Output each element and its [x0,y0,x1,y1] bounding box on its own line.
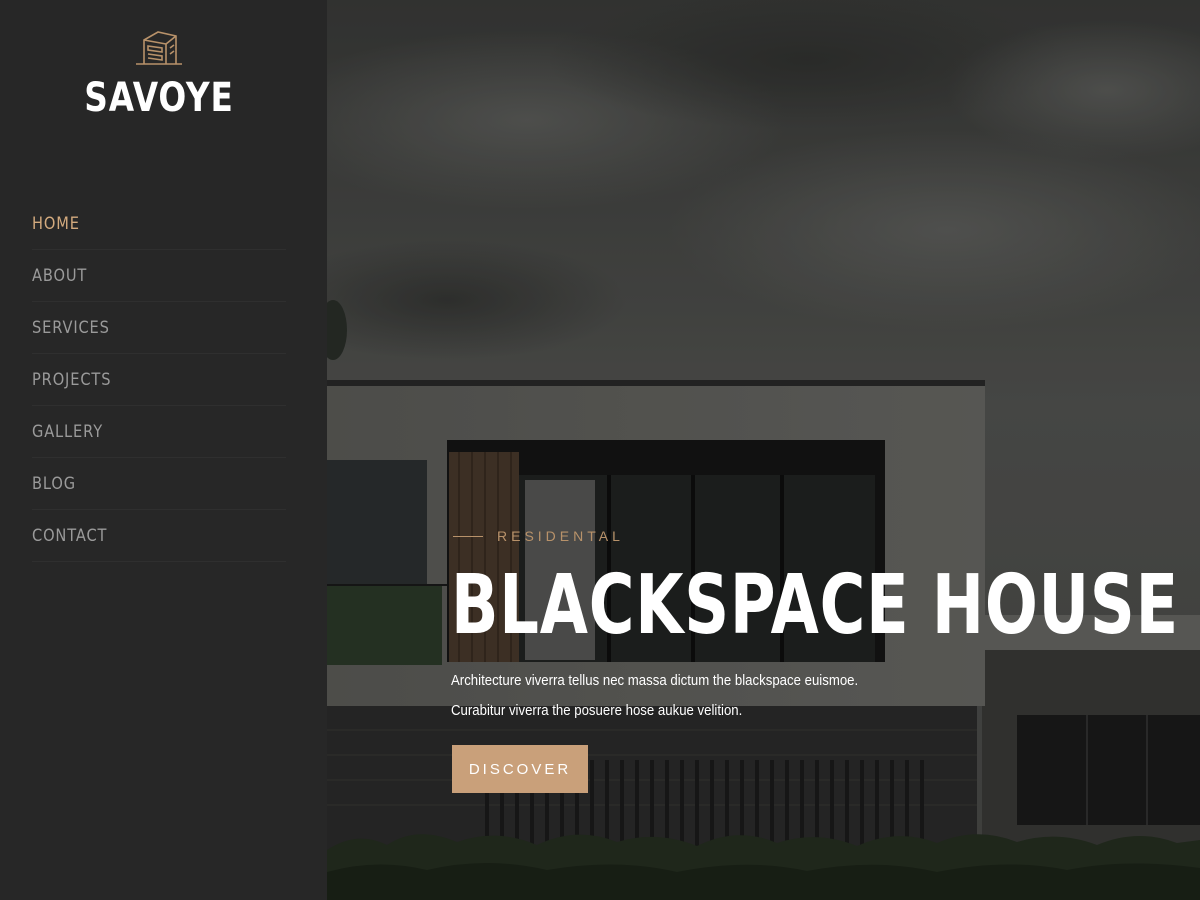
nav-item-label: PROJECTS [32,369,112,390]
eyebrow-divider [453,535,483,537]
nav-item-label: BLOG [32,473,76,494]
main-nav: HOME ABOUT SERVICES PROJECTS GALLERY BLO… [32,198,286,562]
discover-button[interactable]: DISCOVER [452,745,588,793]
hero-title: BLACKSPACE HOUSE [451,558,1179,653]
brand-name: SAVOYE [84,75,234,121]
hero-category: RESIDENTAL [497,528,624,544]
hero-description: Architecture viverra tellus nec massa di… [451,666,858,726]
nav-item-contact[interactable]: CONTACT [32,510,286,562]
nav-item-label: SERVICES [32,317,110,338]
nav-item-projects[interactable]: PROJECTS [32,354,286,406]
hero-slider: RESIDENTAL BLACKSPACE HOUSE Architecture… [327,0,1200,900]
logo[interactable]: SAVOYE [0,26,318,120]
nav-item-services[interactable]: SERVICES [32,302,286,354]
nav-item-about[interactable]: ABOUT [32,250,286,302]
sidebar: SAVOYE HOME ABOUT SERVICES PROJECTS GALL… [0,0,327,900]
nav-item-blog[interactable]: BLOG [32,458,286,510]
nav-item-gallery[interactable]: GALLERY [32,406,286,458]
nav-item-label: CONTACT [32,525,108,546]
nav-item-label: HOME [32,213,80,234]
building-logo-icon [136,31,182,65]
nav-item-label: ABOUT [32,265,88,286]
hero-description-line: Architecture viverra tellus nec massa di… [451,672,859,689]
hero-description-line: Curabitur viverra the posuere hose aukue… [451,702,743,719]
nav-item-label: GALLERY [32,421,104,442]
hero-eyebrow: RESIDENTAL [453,528,624,544]
nav-item-home[interactable]: HOME [32,198,286,250]
